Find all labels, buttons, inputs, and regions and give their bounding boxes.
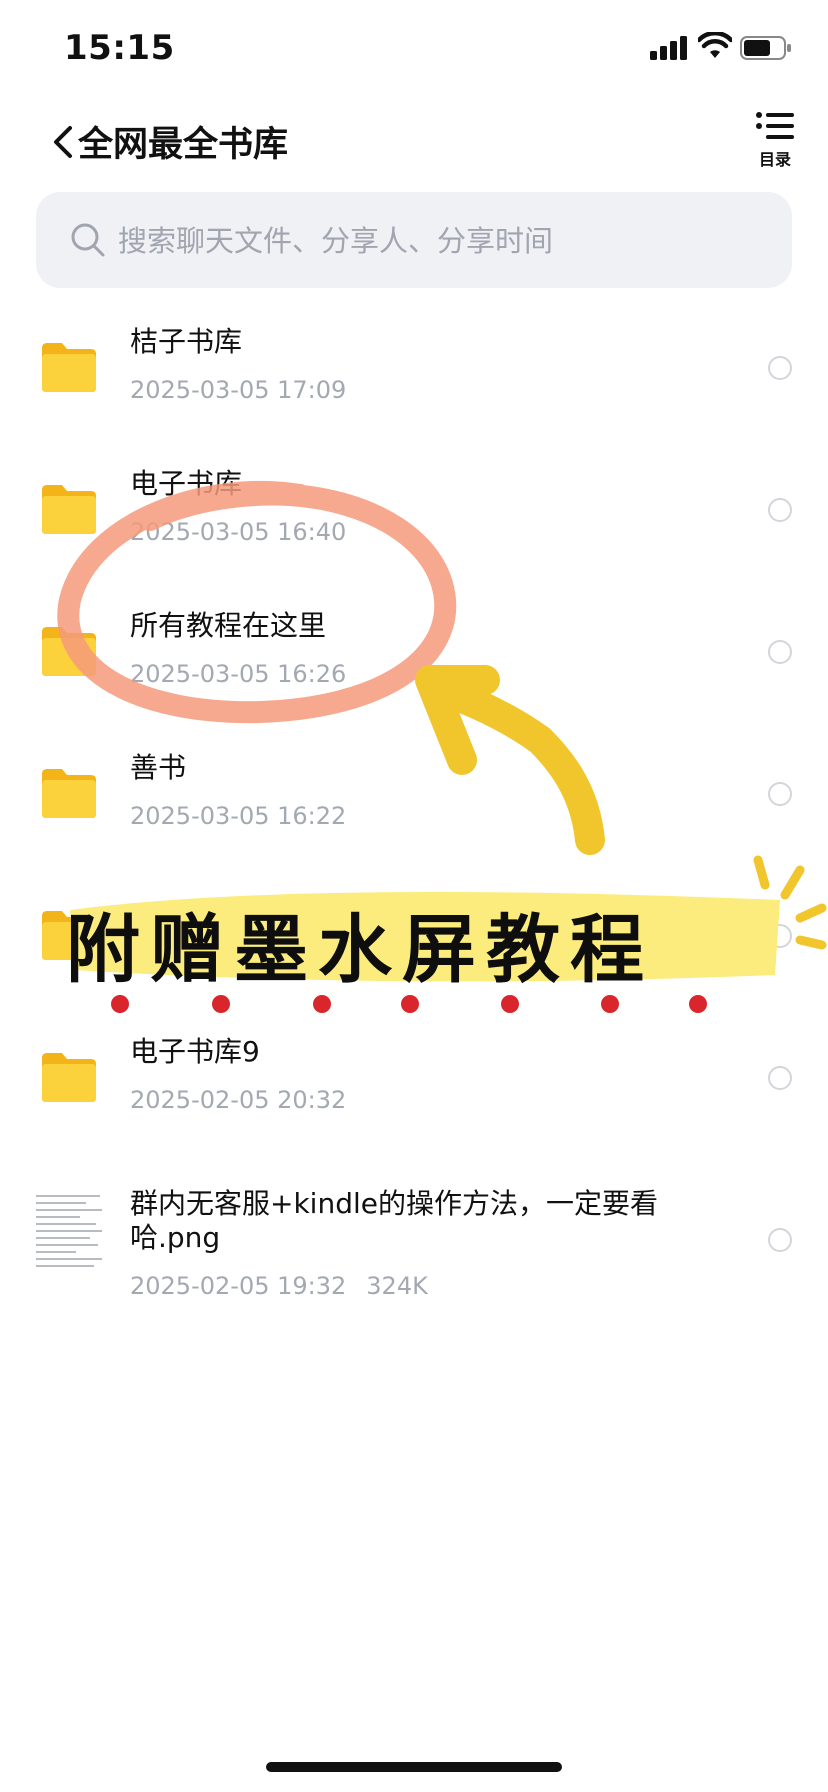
file-name: 电子书库9 <box>130 1035 260 1068</box>
file-date: 2025-03-05 16:40 <box>130 518 347 546</box>
file-name: 所有教程在这里 <box>130 609 327 642</box>
file-date: 2025-03-05 17:09 <box>130 376 347 404</box>
battery-icon <box>740 36 791 60</box>
promo-banner-text: 附赠墨水屏教程 <box>66 907 654 993</box>
select-radio[interactable] <box>768 1228 792 1252</box>
wifi-icon <box>698 32 732 58</box>
file-row[interactable]: 桔子书库 2025-03-05 17:09 <box>0 298 828 438</box>
select-radio[interactable] <box>768 640 792 664</box>
file-date: 2025-02-05 19:32 <box>130 1272 347 1300</box>
search-input[interactable] <box>116 214 760 268</box>
select-radio[interactable] <box>768 782 792 806</box>
image-thumbnail <box>34 1190 106 1274</box>
nav-bar: 全网最全书库 目录 <box>0 110 828 170</box>
status-bar: 15:15 <box>0 0 828 100</box>
search-icon <box>71 223 105 257</box>
catalog-label: 目录 <box>758 150 791 169</box>
catalog-menu-button[interactable]: 目录 <box>750 110 800 169</box>
folder-icon <box>42 485 96 534</box>
list-icon <box>756 112 794 139</box>
file-meta: 2025-02-05 19:32 324K <box>130 1272 428 1300</box>
select-radio[interactable] <box>768 498 792 522</box>
file-row[interactable]: 所有教程在这里 2025-03-05 16:26 <box>0 582 828 722</box>
file-name: 桔子书库 <box>130 325 243 358</box>
file-name-line2: 哈.png <box>130 1221 221 1254</box>
file-row[interactable]: 电子书库 2025-03-05 16:40 <box>0 440 828 580</box>
home-indicator <box>266 1762 562 1772</box>
folder-icon <box>42 343 96 392</box>
file-size: 324K <box>366 1272 428 1300</box>
select-radio[interactable] <box>768 924 792 948</box>
select-radio[interactable] <box>768 356 792 380</box>
status-time: 15:15 <box>64 28 175 68</box>
file-date: 2025-02-05 20:32 <box>130 1086 347 1114</box>
folder-icon <box>42 627 96 676</box>
file-date: 2025-03-05 16:26 <box>130 660 347 688</box>
search-bar[interactable] <box>36 192 792 288</box>
page-title: 全网最全书库 <box>78 125 289 165</box>
file-row[interactable]: 群内无客服+kindle的操作方法，一定要看 哈.png 2025-02-05 … <box>0 1160 828 1320</box>
file-date: 2025-03-05 16:22 <box>130 802 347 830</box>
select-radio[interactable] <box>768 1066 792 1090</box>
signal-icon <box>650 36 687 60</box>
folder-icon <box>42 769 96 818</box>
file-row[interactable]: 善书 2025-03-05 16:22 <box>0 724 828 864</box>
folder-icon <box>42 1053 96 1102</box>
file-name: 电子书库 <box>130 467 243 500</box>
file-row[interactable]: 电子书库9 2025-02-05 20:32 <box>0 1008 828 1148</box>
file-name: 善书 <box>130 751 187 784</box>
